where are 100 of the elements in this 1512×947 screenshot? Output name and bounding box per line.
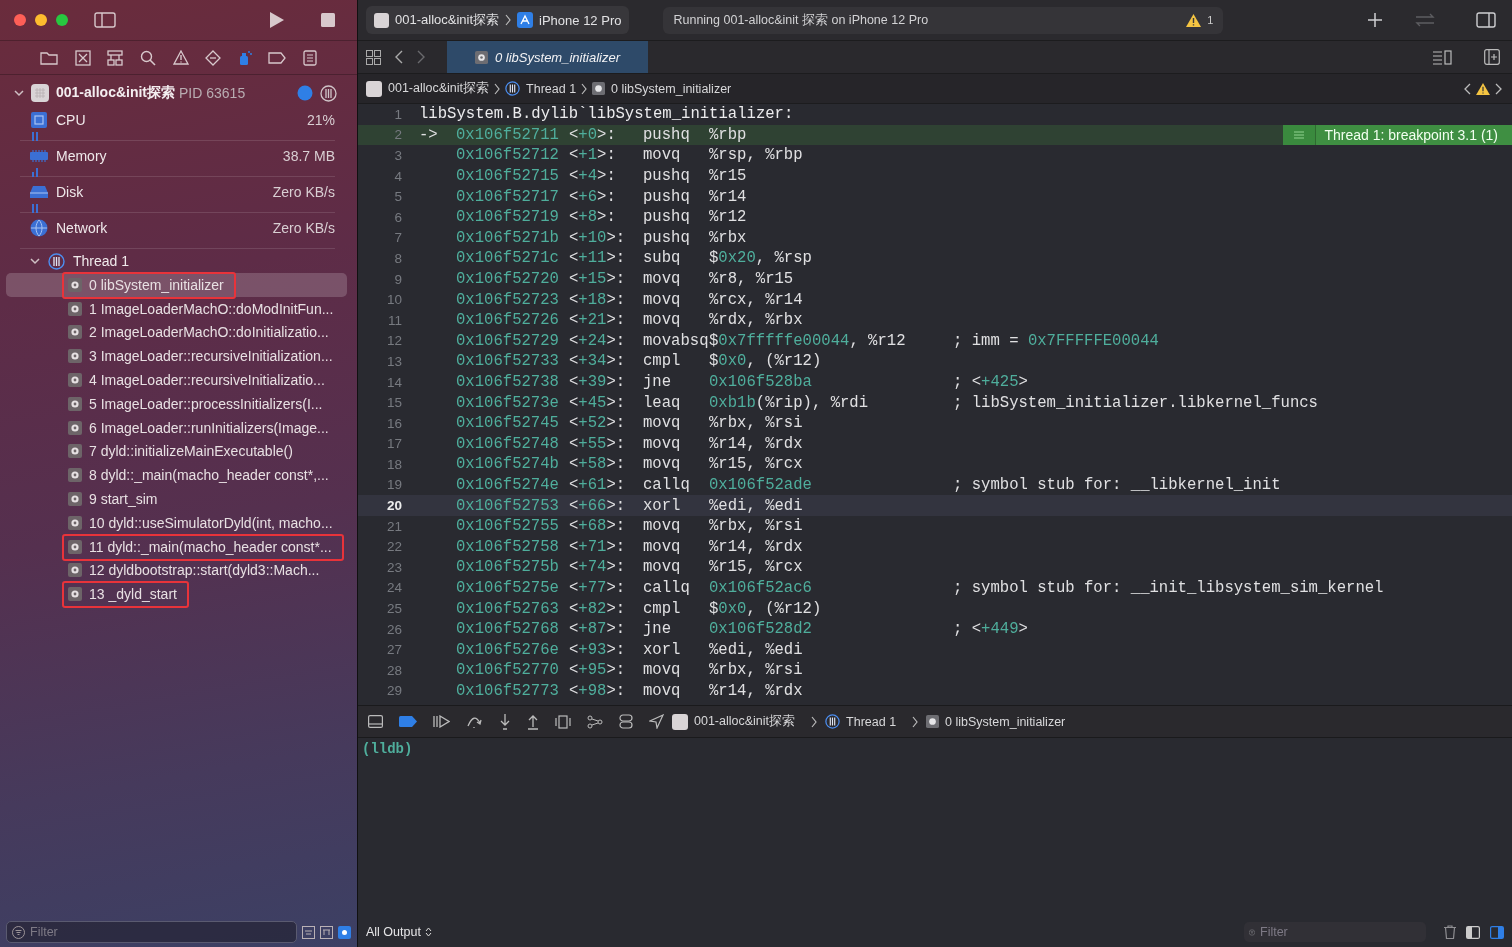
- inspector-toggle-icon[interactable]: [1476, 12, 1496, 28]
- updown-chevron-icon: [424, 927, 432, 937]
- source-control-icon[interactable]: [74, 49, 91, 66]
- diamond-icon[interactable]: [205, 49, 222, 66]
- right-panel-icon[interactable]: [1490, 925, 1504, 939]
- add-editor-icon[interactable]: [1484, 49, 1500, 65]
- run-icon[interactable]: [269, 11, 285, 29]
- continue-icon[interactable]: [433, 715, 450, 728]
- stack-frame-row[interactable]: 2 ImageLoaderMachO::doInitializatio...: [6, 320, 347, 345]
- back-icon[interactable]: [395, 50, 403, 64]
- close-window-button[interactable]: [14, 14, 26, 26]
- stack-frame-row[interactable]: 4 ImageLoader::recursiveInitializatio...: [6, 368, 347, 392]
- offset: <+61>:: [569, 476, 627, 494]
- location-icon[interactable]: [649, 714, 664, 729]
- filter-input[interactable]: Filter: [30, 925, 291, 939]
- frame-label: 9 start_sim: [89, 491, 158, 508]
- breadcrumb-item[interactable]: Thread 1: [825, 714, 897, 729]
- filter-field[interactable]: Filter: [1244, 922, 1426, 942]
- editor-options-icon[interactable]: [1432, 49, 1452, 65]
- minimize-window-button[interactable]: [35, 14, 47, 26]
- memory-graph-icon[interactable]: [587, 714, 603, 729]
- filter-input[interactable]: Filter: [1260, 925, 1421, 939]
- step-into-icon[interactable]: [499, 713, 511, 730]
- previous-issue-icon[interactable]: [1464, 82, 1471, 95]
- console-toggle-icon[interactable]: [368, 715, 383, 728]
- stack-frame-row[interactable]: 1 ImageLoaderMachO::doModInitFun...: [6, 296, 347, 321]
- stack-frame-row[interactable]: 0 libSystem_initializer: [6, 273, 347, 297]
- stack-frame-row[interactable]: 5 ImageLoader::processInitializers(I...: [6, 392, 347, 416]
- line-number: 15: [385, 395, 402, 411]
- gauge-name[interactable]: Disk: [56, 184, 84, 200]
- operands: 0x106f528d2: [709, 620, 813, 639]
- hierarchy-filter-icon[interactable]: [320, 925, 333, 939]
- stack-frame-row[interactable]: 11 dyld::_main(macho_header const*...: [6, 534, 347, 559]
- address: 0x106f52738: [456, 373, 560, 391]
- frame-label: 3 ImageLoader::recursiveInitialization...: [89, 348, 333, 365]
- sidebar-toggle-icon[interactable]: [94, 12, 116, 28]
- disclosure-icon[interactable]: [14, 89, 24, 97]
- filter-field[interactable]: Filter: [6, 921, 297, 943]
- gauge-value: Zero KB/s: [272, 184, 335, 200]
- warning-icon[interactable]: [1476, 82, 1490, 95]
- breadcrumb-item[interactable]: Thread 1: [505, 81, 577, 96]
- stack-frame-row[interactable]: 12 dyldbootstrap::start(dyld3::Mach...: [6, 558, 347, 583]
- line-number: 16: [385, 415, 402, 431]
- pc-arrow: ->: [419, 125, 438, 144]
- folder-icon[interactable]: [40, 50, 58, 65]
- environment-icon[interactable]: [619, 714, 633, 729]
- stack-frame-row[interactable]: 13 _dyld_start: [6, 582, 347, 607]
- left-panel-icon[interactable]: [1466, 925, 1480, 939]
- next-issue-icon[interactable]: [1495, 82, 1502, 95]
- trash-icon[interactable]: [1444, 925, 1456, 939]
- zoom-window-button[interactable]: [56, 14, 68, 26]
- simulator-icon: [517, 12, 534, 28]
- mnemonic: movabsq: [643, 331, 709, 350]
- breadcrumb-item[interactable]: 0 libSystem_initializer: [592, 81, 732, 96]
- operands: %rbx: [709, 228, 748, 247]
- active-filter-icon[interactable]: [338, 925, 351, 939]
- operands: %r14: [709, 187, 748, 206]
- search-icon[interactable]: [139, 49, 156, 66]
- warning-icon[interactable]: [1186, 13, 1202, 27]
- address: 0x106f52733: [456, 352, 560, 371]
- breadcrumb-item[interactable]: 0 libSystem_initializer: [926, 714, 1066, 729]
- stack-frame-row[interactable]: 7 dyld::initializeMainExecutable(): [6, 439, 347, 464]
- stack-frame-row[interactable]: 3 ImageLoader::recursiveInitialization...: [6, 344, 347, 369]
- offset: <+8>:: [569, 208, 617, 227]
- status-dot-icon: [297, 85, 313, 101]
- offset: <+71>:: [569, 537, 627, 556]
- breadcrumb-item[interactable]: 001-alloc&init探索: [672, 713, 796, 730]
- gauge-name[interactable]: Memory: [56, 148, 107, 164]
- mnemonic: pushq: [643, 125, 691, 144]
- frame-label: 13 _dyld_start: [89, 586, 177, 603]
- app-icon: [31, 84, 49, 102]
- forward-icon[interactable]: [417, 50, 425, 64]
- gauge-name[interactable]: CPU: [56, 112, 86, 128]
- recent-filter-icon[interactable]: [302, 925, 315, 939]
- add-icon[interactable]: [1368, 13, 1382, 27]
- offset: <+11>:: [569, 249, 627, 268]
- report-icon[interactable]: [303, 49, 317, 66]
- stack-frame-row[interactable]: 6 ImageLoader::runInitializers(Image...: [6, 415, 347, 440]
- gauge-value: 38.7 MB: [282, 148, 335, 164]
- stack-frame-row[interactable]: 8 dyld::_main(macho_header const*,...: [6, 463, 347, 488]
- grid-icon[interactable]: [366, 49, 381, 65]
- thread-name[interactable]: Thread 1: [73, 253, 130, 269]
- view-hierarchy-icon[interactable]: [555, 714, 571, 729]
- breakpoints-icon[interactable]: [399, 716, 417, 727]
- scheme-selector[interactable]: 001-alloc&init探索 iPhone 12 Pro: [366, 6, 630, 34]
- thread-icon: [505, 81, 521, 96]
- disclosure-icon[interactable]: [30, 257, 40, 265]
- debug-spray-icon[interactable]: [237, 49, 252, 66]
- stack-frame-row[interactable]: 10 dyld::useSimulatorDyld(int, macho...: [6, 510, 347, 535]
- gauge-name[interactable]: Network: [56, 220, 108, 236]
- editor-tab[interactable]: 0 libSystem_initializer: [447, 41, 648, 73]
- warning-icon[interactable]: [172, 50, 189, 65]
- hierarchy-icon[interactable]: [107, 49, 124, 66]
- mnemonic: subq: [643, 249, 682, 268]
- output-selector[interactable]: All Output: [366, 925, 432, 939]
- tag-icon[interactable]: [268, 51, 287, 64]
- step-out-icon[interactable]: [527, 713, 539, 730]
- line-number: 17: [385, 436, 402, 452]
- breadcrumb-item[interactable]: 001-alloc&init探索: [366, 80, 490, 97]
- stack-frame-row[interactable]: 9 start_sim: [6, 487, 347, 511]
